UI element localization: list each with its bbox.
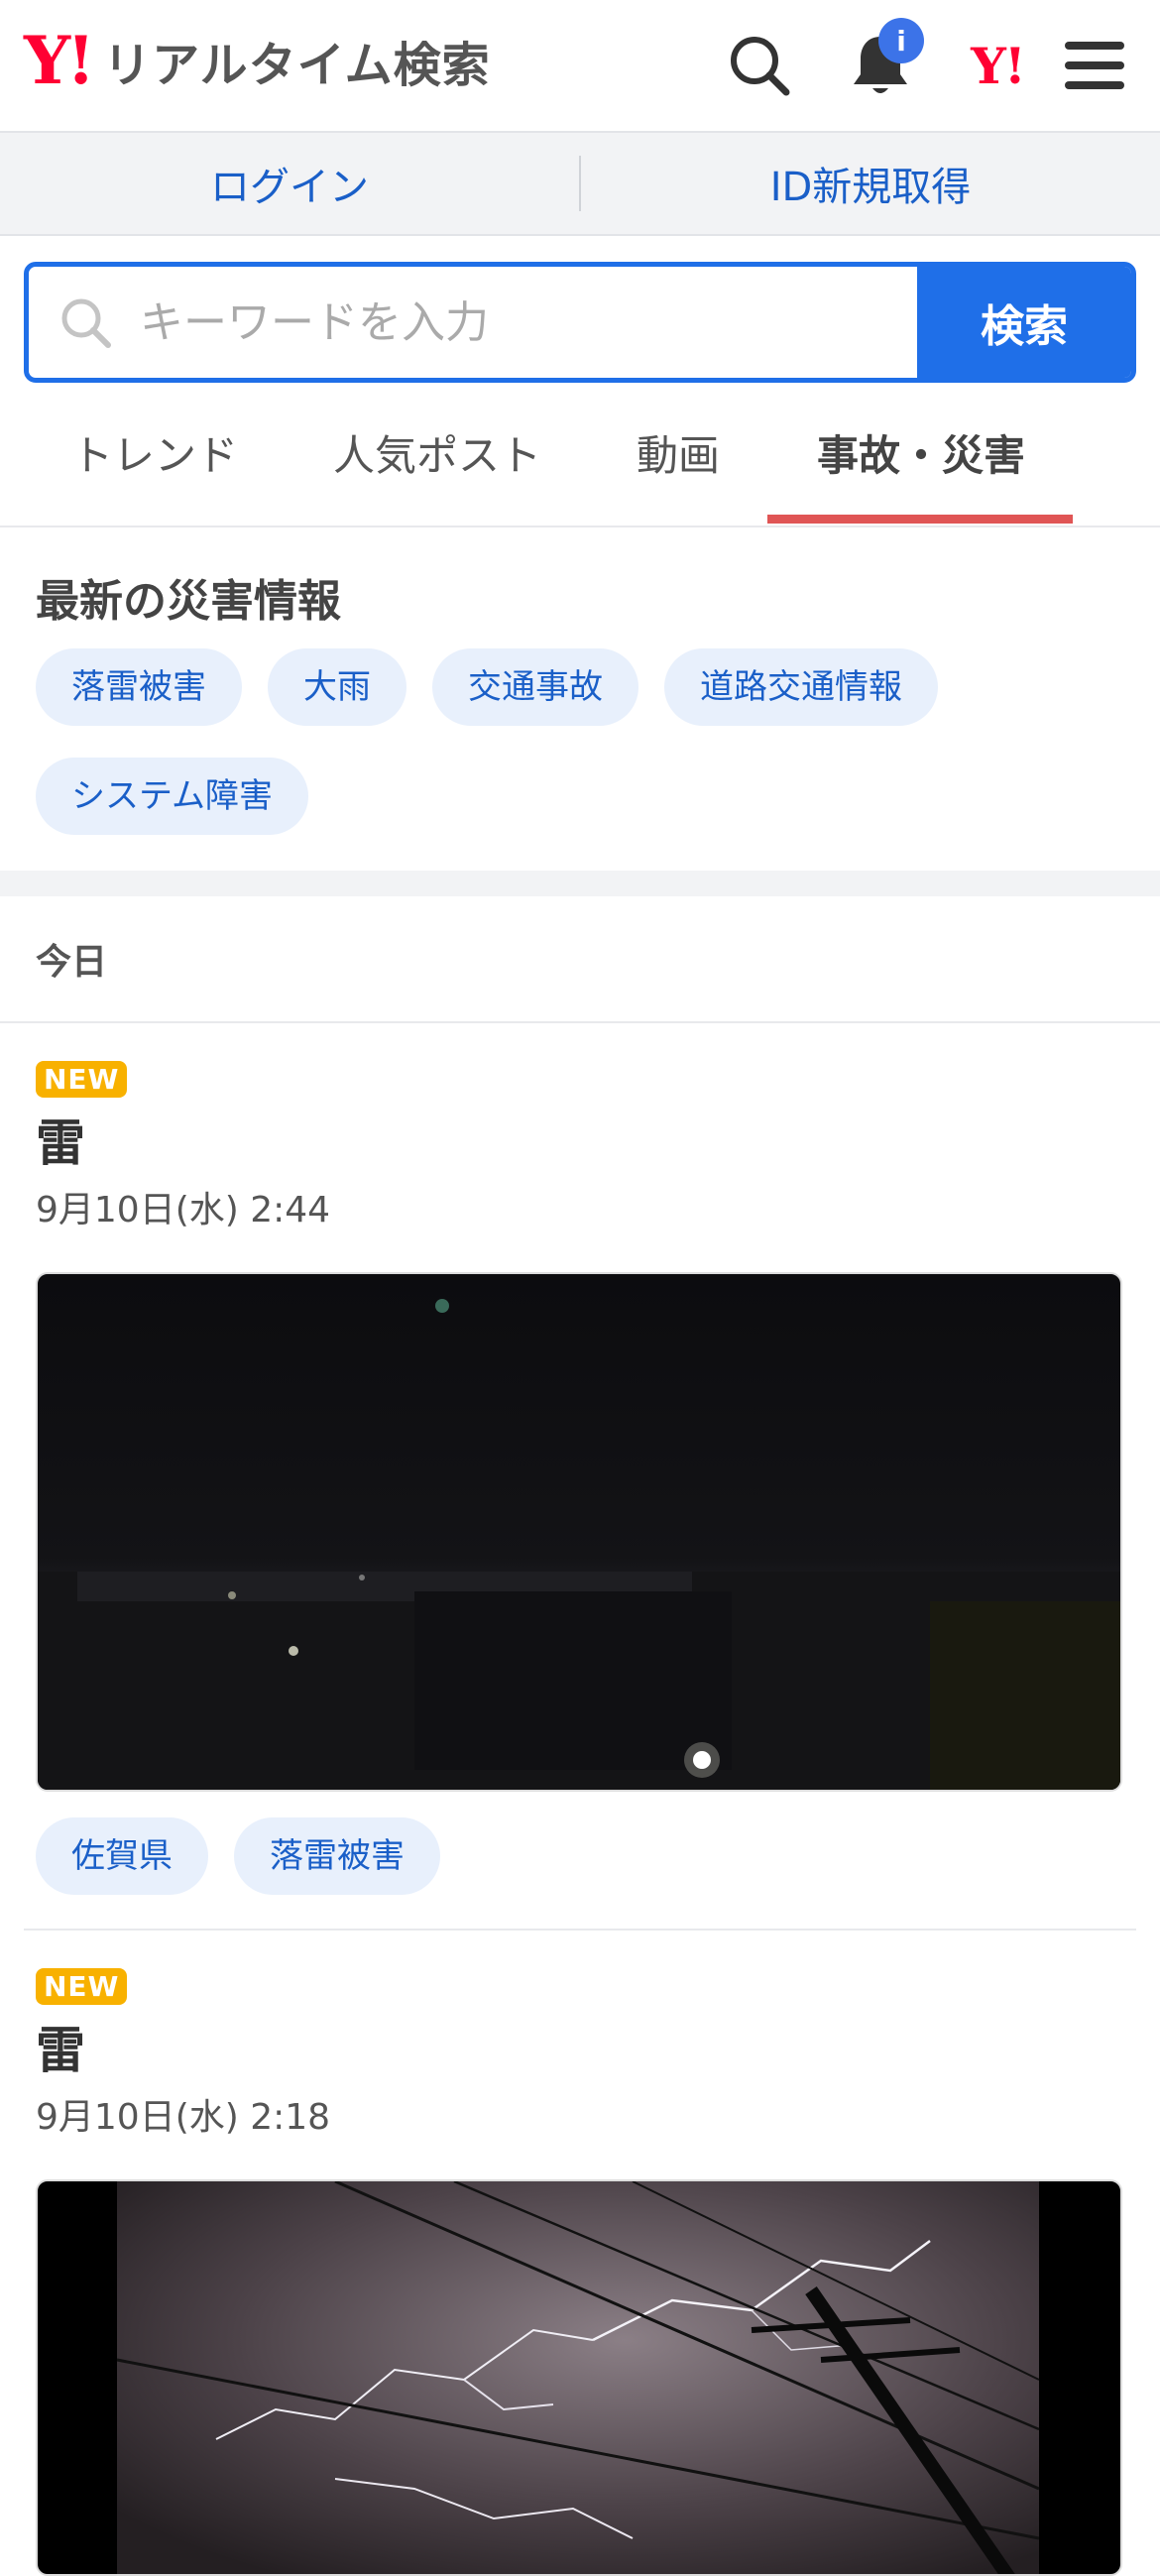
chip-lightning-damage[interactable]: 落雷被害 [36, 648, 242, 726]
new-badge: NEW [36, 1061, 128, 1098]
yahoo-logo-mark: Y! [24, 22, 95, 99]
post-timestamp: 9月10日(水) 2:44 [36, 1190, 331, 1230]
chip-saga-prefecture[interactable]: 佐賀県 [36, 1817, 208, 1895]
search-field[interactable] [29, 267, 917, 378]
yahoo-realtime-logo[interactable]: Y! リアルタイム検索 [24, 26, 491, 95]
post-item[interactable]: NEW 雷 9月10日(水) 2:44 佐賀県 落雷被害 [0, 1023, 1160, 1895]
search-field-icon [61, 298, 111, 348]
register-link[interactable]: ID新規取得 [581, 155, 1160, 212]
logo-text: リアルタイム検索 [103, 38, 491, 93]
search-button[interactable]: 検索 [917, 267, 1131, 378]
active-tab-indicator [767, 515, 1073, 524]
login-link[interactable]: ログイン [0, 155, 579, 212]
post-tags: 佐賀県 落雷被害 [36, 1817, 1124, 1895]
section-title: 最新の災害情報 [36, 576, 341, 627]
post-title: 雷 [36, 1114, 85, 1172]
tab-accidents-disasters[interactable]: 事故・災害 [817, 422, 1025, 483]
auth-bar: ログイン ID新規取得 [0, 133, 1160, 236]
tab-popular-posts[interactable]: 人気ポスト [333, 422, 541, 483]
disaster-chips: 落雷被害 大雨 交通事故 道路交通情報 システム障害 [36, 648, 1124, 835]
new-badge: NEW [36, 1968, 128, 2005]
yahoo-home-icon[interactable]: Y! [960, 28, 1035, 103]
post-timestamp: 9月10日(水) 2:18 [36, 2097, 331, 2138]
category-tabs: トレンド 人気ポスト 動画 事故・災害 [0, 383, 1160, 527]
chip-road-traffic-info[interactable]: 道路交通情報 [664, 648, 938, 726]
chip-heavy-rain[interactable]: 大雨 [268, 648, 406, 726]
chip-traffic-accident[interactable]: 交通事故 [432, 648, 638, 726]
search-icon[interactable] [722, 28, 797, 103]
app-header: Y! リアルタイム検索 i Y! [0, 0, 1160, 133]
post-title: 雷 [36, 2022, 85, 2079]
post-media-lightning-storm[interactable] [36, 2179, 1122, 2576]
hamburger-menu-icon[interactable] [1057, 28, 1132, 103]
search-input[interactable] [138, 295, 836, 349]
yahoo-mark: Y! [971, 36, 1026, 95]
notification-badge: i [878, 18, 924, 63]
tab-videos[interactable]: 動画 [637, 422, 720, 483]
tab-trend[interactable]: トレンド [71, 422, 238, 483]
chip-system-failure[interactable]: システム障害 [36, 758, 308, 835]
notification-bell-icon[interactable]: i [843, 18, 924, 103]
latest-disaster-section: 最新の災害情報 落雷被害 大雨 交通事故 道路交通情報 システム障害 [0, 527, 1160, 896]
search-box: 検索 [24, 262, 1136, 383]
chip-lightning-damage[interactable]: 落雷被害 [234, 1817, 440, 1895]
post-media-night-lightning[interactable] [36, 1272, 1122, 1792]
date-group-header: 今日 [0, 896, 1160, 1023]
post-item[interactable]: NEW 雷 9月10日(水) 2:18 [0, 1931, 1160, 2576]
